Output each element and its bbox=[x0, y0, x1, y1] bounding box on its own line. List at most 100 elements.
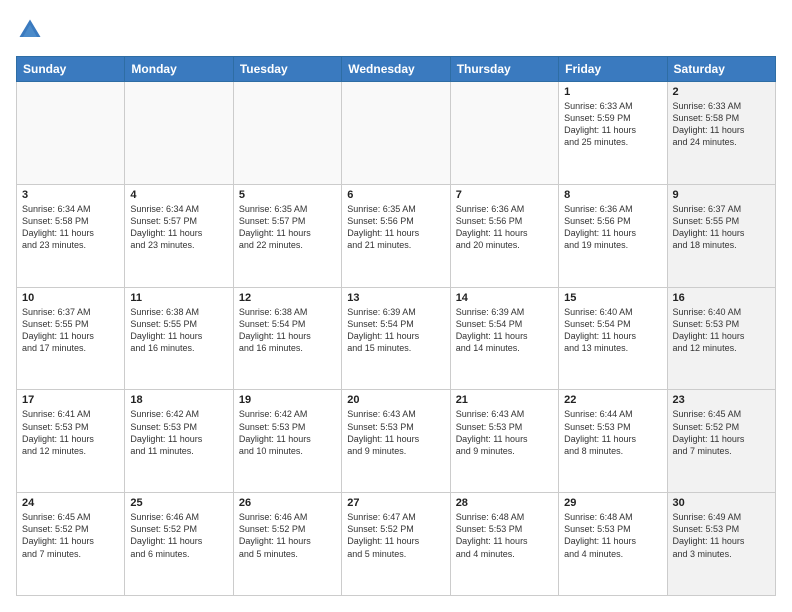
calendar-cell: 2 Sunrise: 6:33 AM Sunset: 5:58 PM Daylig… bbox=[667, 82, 775, 185]
weekday-header-thursday: Thursday bbox=[450, 57, 558, 82]
calendar-cell: 20 Sunrise: 6:43 AM Sunset: 5:53 PM Dayli… bbox=[342, 390, 450, 493]
weekday-header-tuesday: Tuesday bbox=[233, 57, 341, 82]
day-number: 3 bbox=[22, 189, 119, 201]
day-info: Sunrise: 6:45 AM Sunset: 5:52 PM Dayligh… bbox=[673, 408, 770, 457]
calendar-cell: 30 Sunrise: 6:49 AM Sunset: 5:53 PM Dayli… bbox=[667, 493, 775, 596]
day-info: Sunrise: 6:34 AM Sunset: 5:58 PM Dayligh… bbox=[22, 203, 119, 252]
weekday-header-sunday: Sunday bbox=[17, 57, 125, 82]
calendar-cell: 28 Sunrise: 6:48 AM Sunset: 5:53 PM Dayli… bbox=[450, 493, 558, 596]
day-number: 13 bbox=[347, 292, 444, 304]
day-info: Sunrise: 6:45 AM Sunset: 5:52 PM Dayligh… bbox=[22, 511, 119, 560]
day-number: 2 bbox=[673, 86, 770, 98]
calendar-cell: 19Sunrise: 6:42 AM Sunset: 5:53 PM Dayli… bbox=[233, 390, 341, 493]
calendar-cell: 27Sunrise: 6:47 AM Sunset: 5:52 PM Dayli… bbox=[342, 493, 450, 596]
calendar-cell: 11 Sunrise: 6:38 AM Sunset: 5:55 PM Dayli… bbox=[125, 287, 233, 390]
day-info: Sunrise: 6:43 AM Sunset: 5:53 PM Dayligh… bbox=[347, 408, 444, 457]
day-number: 14 bbox=[456, 292, 553, 304]
calendar-cell: 22 Sunrise: 6:44 AM Sunset: 5:53 PM Dayli… bbox=[559, 390, 667, 493]
calendar-table: SundayMondayTuesdayWednesdayThursdayFrid… bbox=[16, 56, 776, 596]
header bbox=[16, 16, 776, 44]
day-number: 8 bbox=[564, 189, 661, 201]
day-number: 9 bbox=[673, 189, 770, 201]
day-number: 26 bbox=[239, 497, 336, 509]
day-info: Sunrise: 6:33 AM Sunset: 5:58 PM Dayligh… bbox=[673, 100, 770, 149]
calendar-cell: 29 Sunrise: 6:48 AM Sunset: 5:53 PM Dayli… bbox=[559, 493, 667, 596]
calendar-cell: 1Sunrise: 6:33 AM Sunset: 5:59 PM Daylig… bbox=[559, 82, 667, 185]
day-info: Sunrise: 6:38 AM Sunset: 5:55 PM Dayligh… bbox=[130, 306, 227, 355]
week-row-3: 17 Sunrise: 6:41 AM Sunset: 5:53 PM Dayli… bbox=[17, 390, 776, 493]
page: SundayMondayTuesdayWednesdayThursdayFrid… bbox=[0, 0, 792, 612]
day-info: Sunrise: 6:44 AM Sunset: 5:53 PM Dayligh… bbox=[564, 408, 661, 457]
calendar-cell: 15 Sunrise: 6:40 AM Sunset: 5:54 PM Dayli… bbox=[559, 287, 667, 390]
calendar-cell bbox=[17, 82, 125, 185]
day-info: Sunrise: 6:49 AM Sunset: 5:53 PM Dayligh… bbox=[673, 511, 770, 560]
day-number: 18 bbox=[130, 394, 227, 406]
day-number: 20 bbox=[347, 394, 444, 406]
day-number: 29 bbox=[564, 497, 661, 509]
day-number: 16 bbox=[673, 292, 770, 304]
calendar-cell: 13 Sunrise: 6:39 AM Sunset: 5:54 PM Dayli… bbox=[342, 287, 450, 390]
day-number: 27 bbox=[347, 497, 444, 509]
calendar-cell: 12Sunrise: 6:38 AM Sunset: 5:54 PM Dayli… bbox=[233, 287, 341, 390]
calendar-cell bbox=[450, 82, 558, 185]
day-info: Sunrise: 6:36 AM Sunset: 5:56 PM Dayligh… bbox=[456, 203, 553, 252]
day-info: Sunrise: 6:33 AM Sunset: 5:59 PM Dayligh… bbox=[564, 100, 661, 149]
calendar-cell: 3 Sunrise: 6:34 AM Sunset: 5:58 PM Daylig… bbox=[17, 184, 125, 287]
day-number: 6 bbox=[347, 189, 444, 201]
day-number: 22 bbox=[564, 394, 661, 406]
weekday-header-saturday: Saturday bbox=[667, 57, 775, 82]
day-info: Sunrise: 6:46 AM Sunset: 5:52 PM Dayligh… bbox=[130, 511, 227, 560]
day-info: Sunrise: 6:40 AM Sunset: 5:53 PM Dayligh… bbox=[673, 306, 770, 355]
day-info: Sunrise: 6:43 AM Sunset: 5:53 PM Dayligh… bbox=[456, 408, 553, 457]
weekday-header-row: SundayMondayTuesdayWednesdayThursdayFrid… bbox=[17, 57, 776, 82]
day-number: 12 bbox=[239, 292, 336, 304]
day-info: Sunrise: 6:36 AM Sunset: 5:56 PM Dayligh… bbox=[564, 203, 661, 252]
day-info: Sunrise: 6:41 AM Sunset: 5:53 PM Dayligh… bbox=[22, 408, 119, 457]
day-number: 4 bbox=[130, 189, 227, 201]
day-number: 30 bbox=[673, 497, 770, 509]
calendar-cell: 24Sunrise: 6:45 AM Sunset: 5:52 PM Dayli… bbox=[17, 493, 125, 596]
weekday-header-friday: Friday bbox=[559, 57, 667, 82]
weekday-header-monday: Monday bbox=[125, 57, 233, 82]
calendar-cell: 9 Sunrise: 6:37 AM Sunset: 5:55 PM Daylig… bbox=[667, 184, 775, 287]
day-number: 7 bbox=[456, 189, 553, 201]
day-info: Sunrise: 6:48 AM Sunset: 5:53 PM Dayligh… bbox=[564, 511, 661, 560]
day-info: Sunrise: 6:37 AM Sunset: 5:55 PM Dayligh… bbox=[673, 203, 770, 252]
day-number: 15 bbox=[564, 292, 661, 304]
day-info: Sunrise: 6:39 AM Sunset: 5:54 PM Dayligh… bbox=[347, 306, 444, 355]
calendar-cell: 25 Sunrise: 6:46 AM Sunset: 5:52 PM Dayli… bbox=[125, 493, 233, 596]
day-info: Sunrise: 6:34 AM Sunset: 5:57 PM Dayligh… bbox=[130, 203, 227, 252]
day-number: 21 bbox=[456, 394, 553, 406]
calendar-cell: 8 Sunrise: 6:36 AM Sunset: 5:56 PM Daylig… bbox=[559, 184, 667, 287]
day-info: Sunrise: 6:35 AM Sunset: 5:56 PM Dayligh… bbox=[347, 203, 444, 252]
day-info: Sunrise: 6:35 AM Sunset: 5:57 PM Dayligh… bbox=[239, 203, 336, 252]
day-info: Sunrise: 6:37 AM Sunset: 5:55 PM Dayligh… bbox=[22, 306, 119, 355]
weekday-header-wednesday: Wednesday bbox=[342, 57, 450, 82]
day-number: 23 bbox=[673, 394, 770, 406]
day-info: Sunrise: 6:42 AM Sunset: 5:53 PM Dayligh… bbox=[130, 408, 227, 457]
logo-icon bbox=[16, 16, 44, 44]
day-info: Sunrise: 6:39 AM Sunset: 5:54 PM Dayligh… bbox=[456, 306, 553, 355]
week-row-2: 10 Sunrise: 6:37 AM Sunset: 5:55 PM Dayli… bbox=[17, 287, 776, 390]
week-row-4: 24Sunrise: 6:45 AM Sunset: 5:52 PM Dayli… bbox=[17, 493, 776, 596]
calendar-cell: 7 Sunrise: 6:36 AM Sunset: 5:56 PM Daylig… bbox=[450, 184, 558, 287]
calendar-cell: 4 Sunrise: 6:34 AM Sunset: 5:57 PM Daylig… bbox=[125, 184, 233, 287]
day-info: Sunrise: 6:48 AM Sunset: 5:53 PM Dayligh… bbox=[456, 511, 553, 560]
day-number: 28 bbox=[456, 497, 553, 509]
calendar-cell: 5Sunrise: 6:35 AM Sunset: 5:57 PM Daylig… bbox=[233, 184, 341, 287]
week-row-0: 1Sunrise: 6:33 AM Sunset: 5:59 PM Daylig… bbox=[17, 82, 776, 185]
week-row-1: 3 Sunrise: 6:34 AM Sunset: 5:58 PM Daylig… bbox=[17, 184, 776, 287]
day-number: 19 bbox=[239, 394, 336, 406]
day-number: 11 bbox=[130, 292, 227, 304]
logo bbox=[16, 16, 48, 44]
day-number: 10 bbox=[22, 292, 119, 304]
calendar-cell: 18 Sunrise: 6:42 AM Sunset: 5:53 PM Dayli… bbox=[125, 390, 233, 493]
calendar-cell: 21 Sunrise: 6:43 AM Sunset: 5:53 PM Dayli… bbox=[450, 390, 558, 493]
day-number: 25 bbox=[130, 497, 227, 509]
calendar-cell: 16 Sunrise: 6:40 AM Sunset: 5:53 PM Dayli… bbox=[667, 287, 775, 390]
calendar-cell bbox=[342, 82, 450, 185]
day-info: Sunrise: 6:40 AM Sunset: 5:54 PM Dayligh… bbox=[564, 306, 661, 355]
calendar-cell: 17 Sunrise: 6:41 AM Sunset: 5:53 PM Dayli… bbox=[17, 390, 125, 493]
calendar-cell: 10 Sunrise: 6:37 AM Sunset: 5:55 PM Dayli… bbox=[17, 287, 125, 390]
day-number: 17 bbox=[22, 394, 119, 406]
